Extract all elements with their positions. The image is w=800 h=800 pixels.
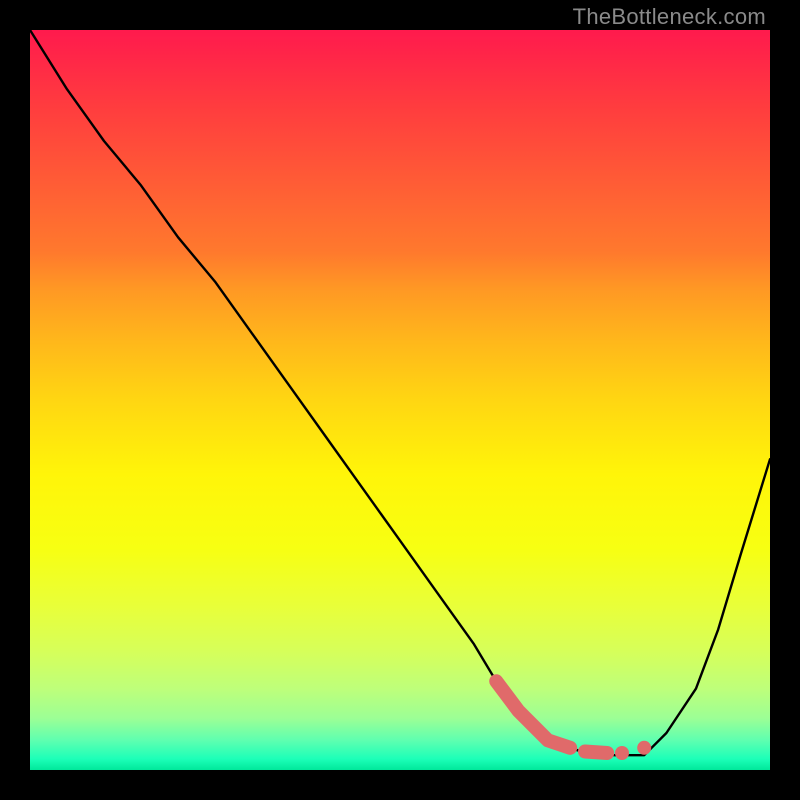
heat-gradient-background	[30, 30, 770, 770]
chart-frame	[30, 30, 770, 770]
watermark-text: TheBottleneck.com	[573, 4, 766, 30]
